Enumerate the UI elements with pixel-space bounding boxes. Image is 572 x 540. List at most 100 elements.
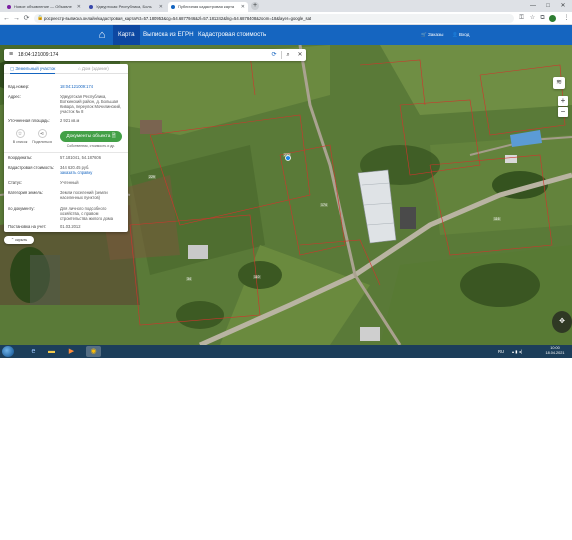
os-taskbar: e ▬ ▶ ◉ RU ▴ ▮ ◂) 10:00 18.04.2021 — [0, 345, 572, 358]
documents-label: Документы объекта — [66, 134, 111, 139]
address-value: Удмуртская Республика, Воткинский район,… — [60, 94, 122, 114]
tab-land-plot[interactable]: ▢ Земельный участок — [10, 64, 56, 74]
language-indicator[interactable]: RU — [498, 345, 504, 358]
refresh-search-icon[interactable]: ⟳ — [270, 51, 278, 59]
search-divider — [281, 51, 282, 59]
user-icon: 👤 — [452, 32, 458, 37]
tab-title: Удмуртская Республика, Боль — [96, 4, 152, 9]
login-link[interactable]: 👤 Вход — [452, 25, 469, 45]
zoom-in-button[interactable]: + — [558, 96, 568, 106]
documents-subtitle: Собственник, стоимость и др. — [66, 144, 116, 148]
action-label: В список — [12, 140, 28, 144]
tab-title: Публичная кадастровая карта — [178, 4, 235, 9]
usage-value: Для личного подсобного хозяйства, с прав… — [60, 206, 114, 221]
url-text: росреестр-выписка.онлайн/кадастровая_кар… — [44, 16, 312, 21]
plot-label[interactable]: 116 — [493, 217, 501, 221]
address-bar[interactable]: 🔒 росреестр-выписка.онлайн/кадастровая_к… — [34, 14, 514, 23]
search-icon[interactable]: ⌕ — [284, 51, 292, 59]
hide-panel-button[interactable]: ⌃ скрыть — [4, 236, 34, 244]
documents-button[interactable]: Документы объекта 🗎 — [60, 131, 122, 142]
new-tab-button[interactable]: + — [251, 2, 259, 10]
close-tab-icon[interactable]: ✕ — [159, 2, 163, 12]
profile-avatar[interactable] — [549, 15, 556, 22]
key-icon[interactable]: ⚿ — [517, 14, 526, 23]
cad-number-link[interactable]: 18:04:121009:174 — [60, 84, 126, 89]
orders-label: Заказы — [428, 32, 444, 37]
start-button[interactable] — [2, 346, 14, 357]
building-icon: ⌂ — [78, 66, 81, 71]
browser-menu-icon[interactable]: ⋮ — [562, 14, 571, 23]
tab-title: Новое объявление — Объявле — [14, 4, 72, 9]
land-plot-icon: ▢ — [10, 66, 15, 71]
close-icon[interactable]: ✕ — [296, 51, 304, 59]
browser-tab-2[interactable]: Удмуртская Республика, Боль ✕ — [86, 2, 166, 12]
divider — [4, 152, 128, 153]
plot-label[interactable]: 34 — [186, 277, 192, 281]
browser-tab-bar: Новое объявление — Объявле ✕ Удмуртская … — [0, 0, 572, 12]
tab-favicon-icon — [171, 5, 175, 9]
chrome-icon[interactable]: ◉ — [86, 346, 101, 357]
add-to-list-button[interactable]: ☆ В список — [10, 129, 30, 144]
plot-label[interactable]: 110 — [253, 275, 261, 279]
clock-date: 18.04.2021 — [545, 351, 565, 355]
ie-icon[interactable]: e — [26, 346, 41, 357]
minimize-button[interactable]: — — [526, 0, 540, 12]
tab-building[interactable]: ⌂ Дом (здание) — [78, 64, 109, 74]
tab-label: Дом (здание) — [81, 66, 109, 71]
close-tab-icon[interactable]: ✕ — [241, 2, 245, 12]
tab-label: Земельный участок — [15, 66, 56, 71]
close-window-button[interactable]: ✕ — [556, 0, 570, 12]
star-icon[interactable]: ☆ — [528, 14, 537, 23]
compass-icon[interactable]: ✥ — [552, 311, 572, 333]
document-icon: 🗎 — [111, 134, 116, 139]
nav-map[interactable]: Карта — [113, 25, 140, 45]
registered-value: 01.03.2012 — [60, 224, 81, 229]
media-player-icon[interactable]: ▶ — [64, 346, 79, 357]
menu-icon[interactable]: ≡ — [7, 51, 15, 59]
share-icon: ⋖ — [37, 129, 47, 138]
plot-label[interactable]: 229 — [148, 175, 156, 179]
login-label: Вход — [459, 32, 470, 37]
field-label: Уточненная площадь: — [8, 118, 50, 123]
panel-actions: ☆ В список ⋖ Поделиться Документы объект… — [8, 129, 126, 151]
folder-icon[interactable]: ▬ — [44, 346, 59, 357]
field-label: Категория земель: — [8, 190, 43, 195]
back-icon[interactable]: ← — [2, 14, 11, 23]
action-label: Поделиться — [32, 140, 52, 144]
field-label: Координаты: — [8, 155, 33, 160]
order-certificate-link[interactable]: заказать справку — [60, 170, 126, 175]
plot-label[interactable]: 233 — [283, 153, 291, 157]
status-value: Учтенный — [60, 180, 79, 185]
zoom-out-button[interactable]: − — [558, 107, 568, 117]
star-icon: ☆ — [15, 129, 25, 138]
tray-icons[interactable]: ▴ ▮ ◂) — [512, 345, 522, 358]
object-info-panel: ▢ Земельный участок ⌂ Дом (здание) Кад.н… — [4, 64, 128, 232]
browser-tab-1[interactable]: Новое объявление — Объявле ✕ — [4, 2, 84, 12]
search-input[interactable] — [18, 50, 268, 60]
maximize-button[interactable]: □ — [541, 0, 555, 12]
extensions-icon[interactable]: ⧉ — [538, 14, 547, 23]
lock-icon: 🔒 — [37, 15, 44, 21]
share-button[interactable]: ⋖ Поделиться — [32, 129, 52, 144]
browser-tab-active[interactable]: Публичная кадастровая карта ✕ — [168, 2, 248, 12]
nav-egrn[interactable]: Выписка из ЕГРН — [138, 25, 199, 45]
cart-icon: 🛒 — [421, 32, 427, 37]
field-label: Адрес: — [8, 94, 21, 99]
field-label: Статус: — [8, 180, 23, 185]
nav-cadastral-value[interactable]: Кадастровая стоимость — [193, 25, 271, 45]
field-label: Кадастровая стоимость: — [8, 165, 55, 170]
system-clock[interactable]: 10:00 18.04.2021 — [540, 346, 570, 356]
tab-favicon-icon — [7, 5, 11, 9]
reload-icon[interactable]: ⟳ — [22, 14, 31, 23]
browser-toolbar: ← → ⟳ 🔒 росреестр-выписка.онлайн/кадастр… — [0, 12, 572, 25]
close-tab-icon[interactable]: ✕ — [77, 2, 81, 12]
layers-icon[interactable]: ≋ — [553, 77, 565, 89]
hide-label: скрыть — [15, 238, 28, 242]
home-icon[interactable]: ⌂ — [96, 29, 108, 41]
category-value: Земли поселений (земли населенных пункто… — [60, 190, 108, 200]
search-bar: ≡ ⟳ ⌕ ✕ — [4, 49, 306, 61]
orders-link[interactable]: 🛒 Заказы — [421, 25, 443, 45]
plot-label[interactable]: 174 — [320, 203, 328, 207]
panel-tabs: ▢ Земельный участок ⌂ Дом (здание) — [4, 64, 128, 74]
forward-icon[interactable]: → — [12, 14, 21, 23]
